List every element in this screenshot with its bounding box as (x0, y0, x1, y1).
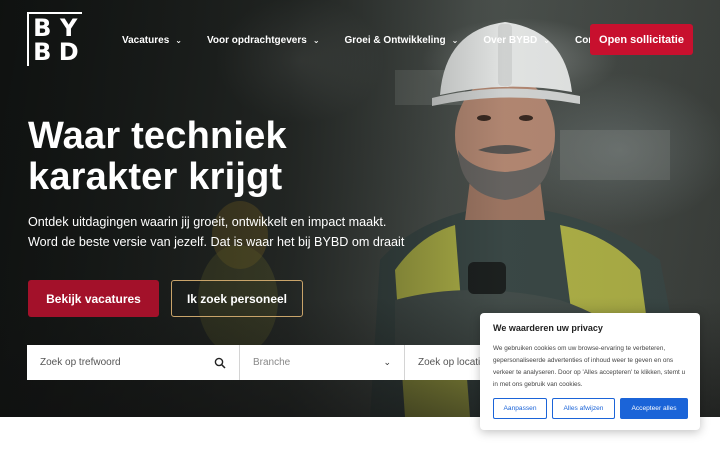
nav-item-over-bybd[interactable]: Over BYBD ⌄ (483, 35, 550, 46)
bekijk-vacatures-button[interactable]: Bekijk vacatures (28, 280, 159, 317)
nav-item-label: Groei & Ontwikkeling (344, 34, 446, 46)
open-sollicitatie-button[interactable]: Open sollicitatie (590, 24, 693, 55)
main-navigation: Vacatures ⌄ Voor opdrachtgevers ⌄ Groei … (122, 30, 612, 50)
logo-letter: Y (60, 14, 78, 42)
logo-letter: B (33, 38, 52, 66)
cookie-reject-button[interactable]: Alles afwijzen (552, 398, 615, 419)
chevron-down-icon: ⌄ (451, 35, 459, 45)
nav-item-label: Vacatures (122, 34, 170, 46)
chevron-down-icon: ⌄ (543, 35, 550, 45)
cookie-text: We gebruiken cookies om uw browse-ervari… (493, 345, 686, 388)
chevron-down-icon: ⌄ (383, 357, 391, 367)
cookie-customize-button[interactable]: Aanpassen (493, 398, 547, 419)
cookie-accept-button[interactable]: Accepteer alles (620, 398, 688, 419)
keyword-search-input[interactable]: Zoek op trefwoord (27, 345, 240, 380)
logo-letter: B (33, 14, 52, 42)
branche-select[interactable]: Branche ⌄ (240, 345, 405, 380)
location-search-input[interactable]: Zoek op locatie (405, 345, 485, 380)
hero-subtitle: Ontdek uitdagingen waarin jij groeit, on… (28, 215, 405, 249)
logo-letter: D (58, 38, 79, 66)
nav-item-label: Over BYBD (483, 34, 538, 46)
cookie-buttons: Aanpassen Alles afwijzen Accepteer alles (493, 398, 688, 419)
location-placeholder: Zoek op locatie (418, 357, 485, 368)
nav-item-voor-opdrachtgevers[interactable]: Voor opdrachtgevers ⌄ (207, 35, 320, 46)
branche-placeholder: Branche (253, 357, 291, 368)
cookie-title: We waarderen uw privacy (493, 323, 603, 333)
keyword-placeholder: Zoek op trefwoord (40, 357, 121, 368)
cookie-consent-dialog: We waarderen uw privacy We gebruiken coo… (480, 313, 700, 430)
chevron-down-icon: ⌄ (312, 35, 320, 45)
search-icon[interactable] (214, 357, 226, 369)
nav-item-label: Voor opdrachtgevers (206, 34, 307, 46)
nav-item-vacatures[interactable]: Vacatures ⌄ (122, 35, 182, 46)
hero-title: Waar techniek karakter krijgt (28, 115, 287, 198)
job-search-bar: Zoek op trefwoord Branche ⌄ Zoek op loca… (27, 345, 485, 380)
bybd-logo[interactable]: B Y B D (27, 12, 82, 66)
nav-item-groei-ontwikkeling[interactable]: Groei & Ontwikkeling ⌄ (345, 35, 459, 46)
ik-zoek-personeel-button[interactable]: Ik zoek personeel (171, 280, 303, 317)
chevron-down-icon: ⌄ (175, 35, 182, 45)
